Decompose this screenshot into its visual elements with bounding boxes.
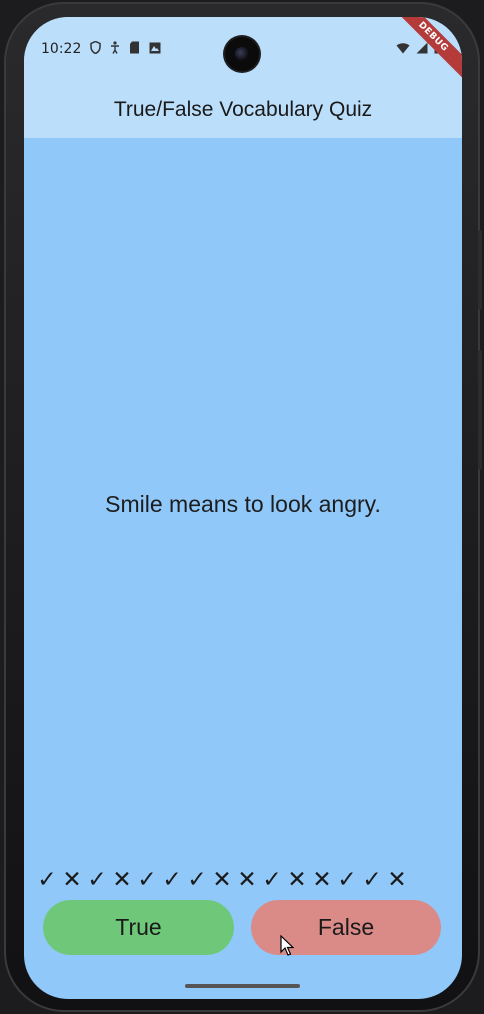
cross-mark-icon: ✕ xyxy=(287,867,307,893)
check-mark-icon: ✓ xyxy=(37,867,57,893)
sd-card-icon xyxy=(129,41,140,57)
false-button-label: False xyxy=(317,914,375,940)
check-mark-icon: ✓ xyxy=(187,867,207,893)
status-bar: 10:22 DEBUG xyxy=(24,17,462,82)
image-icon xyxy=(149,42,161,57)
true-button[interactable]: True xyxy=(43,900,234,955)
front-camera xyxy=(225,37,259,71)
score-tracker: ✓ ✕ ✓ ✕ ✓ ✓ ✓ ✕ ✕ ✓ ✕ ✕ ✓ ✓ ✕ xyxy=(36,867,408,893)
cross-mark-icon: ✕ xyxy=(62,867,82,893)
home-indicator[interactable] xyxy=(185,984,300,988)
app-bar: True/False Vocabulary Quiz xyxy=(24,81,462,138)
mouse-cursor-icon xyxy=(280,934,295,961)
cross-mark-icon: ✕ xyxy=(212,867,232,893)
status-time: 10:22 xyxy=(41,41,82,57)
check-mark-icon: ✓ xyxy=(162,867,182,893)
check-mark-icon: ✓ xyxy=(362,867,382,893)
cross-mark-icon: ✕ xyxy=(237,867,257,893)
question-text: Smile means to look angry. xyxy=(105,491,381,517)
power-button xyxy=(478,230,482,310)
check-mark-icon: ✓ xyxy=(262,867,282,893)
true-button-label: True xyxy=(115,914,162,940)
check-mark-icon: ✓ xyxy=(337,867,357,893)
shield-icon xyxy=(90,40,101,57)
check-mark-icon: ✓ xyxy=(87,867,107,893)
volume-button xyxy=(478,350,482,470)
check-mark-icon: ✓ xyxy=(137,867,157,893)
cross-mark-icon: ✕ xyxy=(112,867,132,893)
cross-mark-icon: ✕ xyxy=(312,867,332,893)
accessibility-icon xyxy=(110,41,120,57)
cross-mark-icon: ✕ xyxy=(387,867,407,893)
phone-screen: 10:22 DEBUG True/False Vocabulary Quiz S… xyxy=(24,17,462,999)
app-title: True/False Vocabulary Quiz xyxy=(113,97,373,121)
notification-icons xyxy=(90,40,161,57)
wifi-icon xyxy=(396,39,410,58)
